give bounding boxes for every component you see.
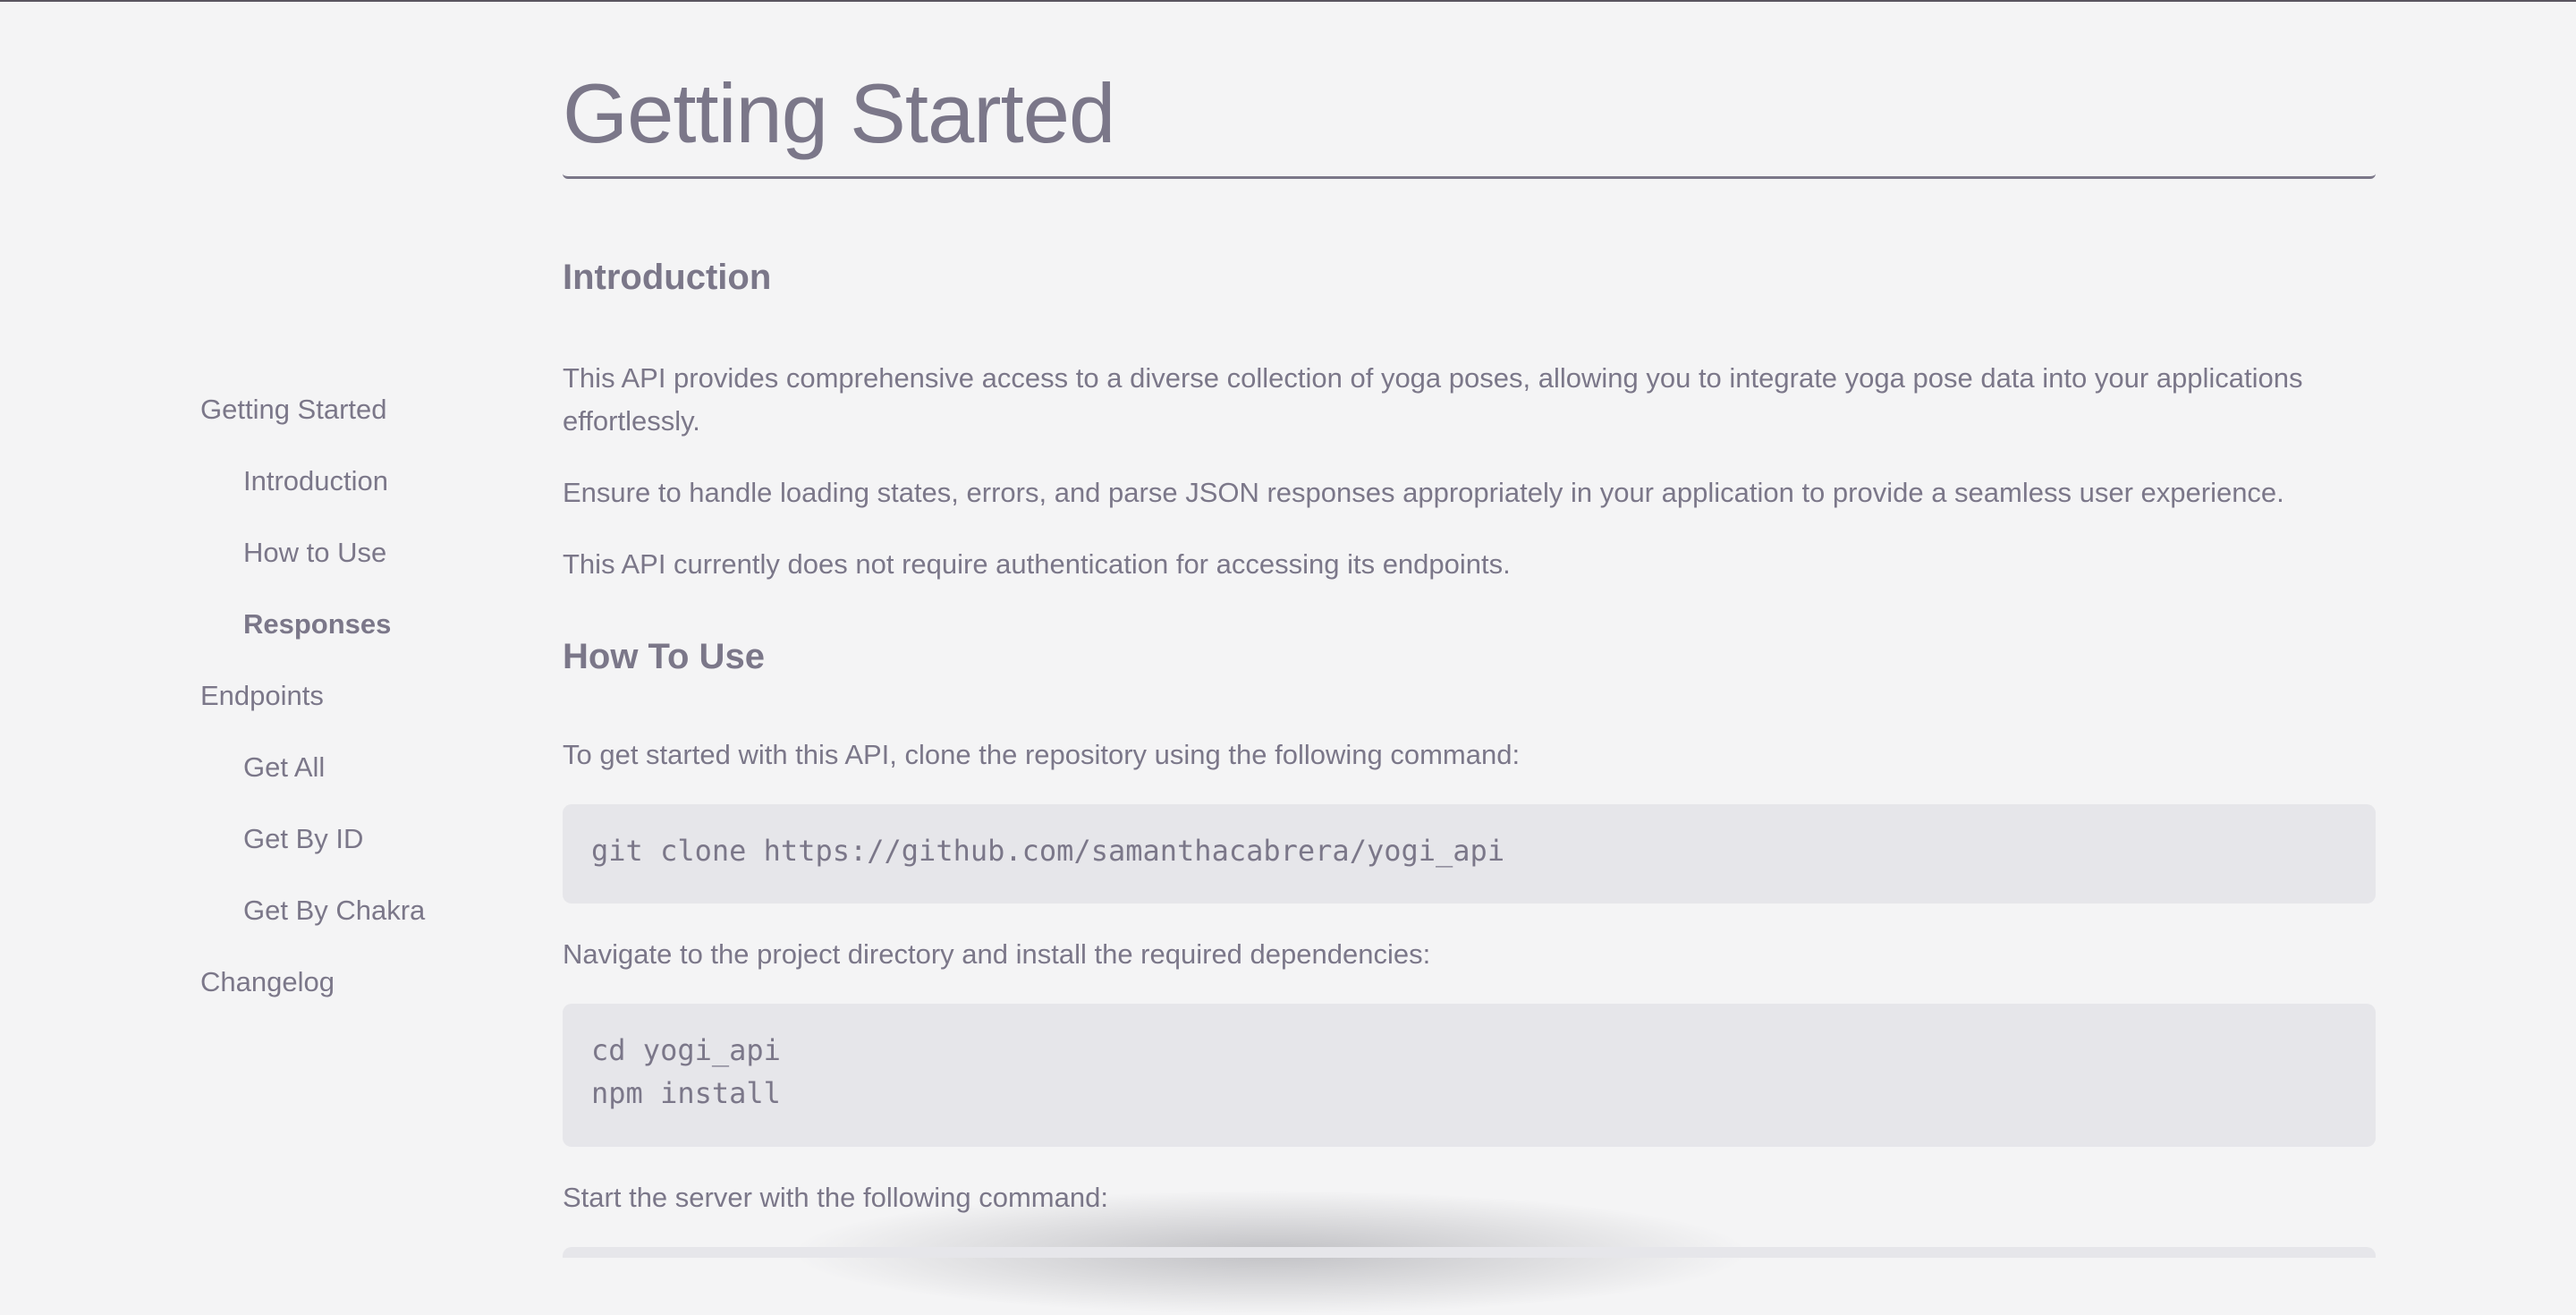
- window-top-border: [0, 0, 2576, 2]
- section-heading-introduction: Introduction: [563, 258, 772, 297]
- sidebar-item-get-all[interactable]: Get All: [200, 732, 522, 803]
- sidebar-item-changelog[interactable]: Changelog: [200, 946, 522, 1018]
- how-to-use-step2-text: Navigate to the project directory and in…: [563, 938, 1431, 970]
- section-heading-how-to-use: How To Use: [563, 637, 765, 676]
- intro-paragraph-3: This API currently does not require auth…: [563, 548, 1511, 580]
- sidebar-nav: Getting Started Introduction How to Use …: [200, 374, 522, 1018]
- intro-paragraph-2: Ensure to handle loading states, errors,…: [563, 477, 2284, 508]
- code-block-npm-install[interactable]: cd yogi_api npm install: [563, 1004, 2376, 1147]
- how-to-use-step1-text: To get started with this API, clone the …: [563, 739, 1521, 770]
- code-block-git-clone[interactable]: git clone https://github.com/samanthacab…: [563, 804, 2376, 904]
- title-divider: [563, 174, 2376, 179]
- sidebar-item-how-to-use[interactable]: How to Use: [200, 517, 522, 589]
- code-block-start-server[interactable]: [563, 1247, 2376, 1258]
- sidebar-item-get-by-chakra[interactable]: Get By Chakra: [200, 875, 522, 946]
- page-title: Getting Started: [563, 66, 1115, 160]
- intro-paragraph-1: This API provides comprehensive access t…: [563, 362, 2303, 437]
- sidebar-item-getting-started[interactable]: Getting Started: [200, 374, 522, 445]
- sidebar-item-get-by-id[interactable]: Get By ID: [200, 803, 522, 875]
- sidebar-item-responses[interactable]: Responses: [200, 589, 522, 660]
- sidebar-item-introduction[interactable]: Introduction: [200, 445, 522, 517]
- sidebar-item-endpoints[interactable]: Endpoints: [200, 660, 522, 732]
